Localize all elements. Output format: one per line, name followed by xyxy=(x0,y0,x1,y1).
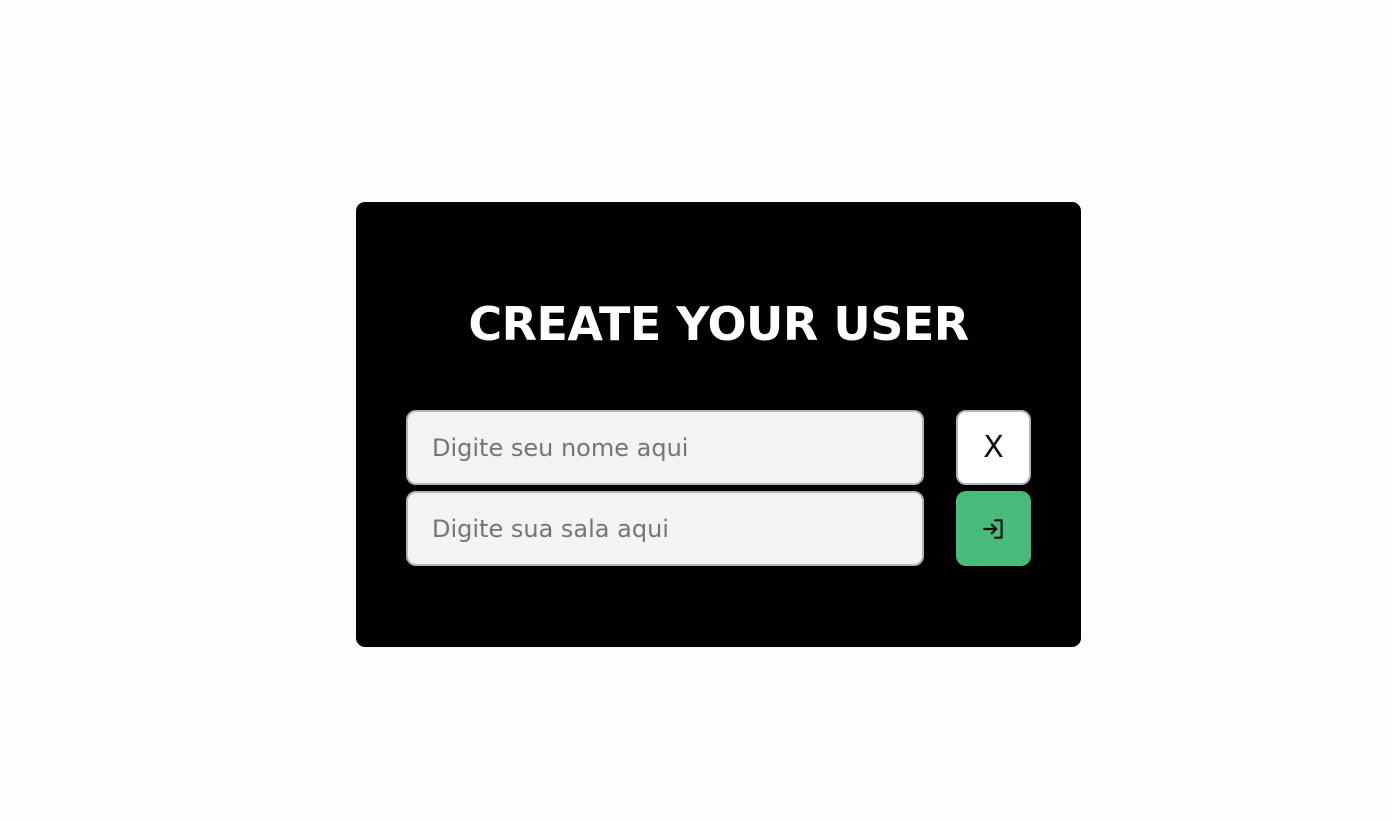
close-button[interactable]: X xyxy=(956,410,1031,485)
close-button-label: X xyxy=(983,430,1004,465)
enter-button[interactable] xyxy=(956,491,1031,566)
create-user-modal: CREATE YOUR USER X xyxy=(356,202,1081,647)
room-input[interactable] xyxy=(406,491,924,566)
modal-title: CREATE YOUR USER xyxy=(468,297,969,351)
name-input[interactable] xyxy=(406,410,924,485)
login-icon xyxy=(981,516,1007,542)
page-background: CREATE YOUR USER X xyxy=(0,0,1392,821)
